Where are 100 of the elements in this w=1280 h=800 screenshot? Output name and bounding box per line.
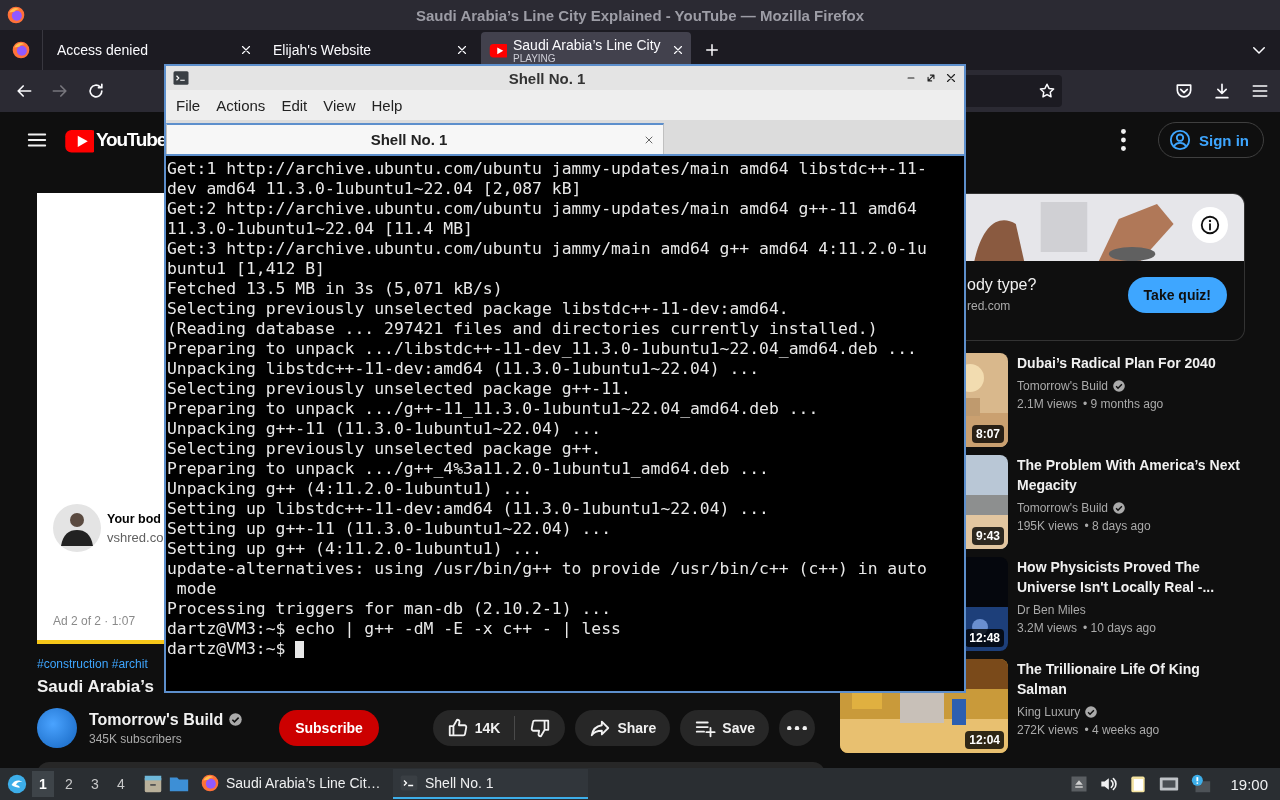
video-title[interactable]: Dubai’s Radical Plan For 2040: [1017, 353, 1242, 373]
star-icon[interactable]: [1038, 82, 1056, 100]
more-icon[interactable]: [1121, 129, 1126, 151]
notification-icon[interactable]: [1190, 773, 1213, 795]
thumbs-up-icon: [446, 717, 469, 739]
terminal-line: dartz@VM3:~$ echo | g++ -dM -E -x c++ - | less: [167, 619, 621, 639]
download-icon[interactable]: [1212, 81, 1232, 101]
browser-tab[interactable]: Access denied: [49, 32, 259, 68]
terminal-icon: [172, 69, 190, 87]
close-icon[interactable]: [455, 43, 469, 57]
window-title: Shell No. 1: [507, 69, 587, 87]
video-title: Saudi Arabia’s: [37, 677, 155, 697]
view-count: 3.2M views: [1017, 620, 1078, 637]
terminal-line: Fetched 13.5 MB in 3s (5,071 kB/s): [167, 279, 503, 299]
duration-badge: 9:43: [971, 527, 1004, 545]
terminal-line: update-alternatives: using /usr/bin/g++ to provide /usr/bin/c++ (c++) in auto: [167, 559, 927, 579]
tab-title: Access denied: [57, 42, 150, 58]
channel-name[interactable]: Dr Ben Miles: [1017, 601, 1086, 619]
menu-item[interactable]: Actions: [210, 92, 272, 118]
firefox-icon: [6, 5, 26, 25]
terminal-line: dev amd64 11.3.0-1ubuntu1~22.04 [2,087 kB]: [167, 179, 582, 199]
video-title[interactable]: The Trillionaire Life Of King Salman: [1017, 659, 1242, 699]
maximize-icon[interactable]: [924, 71, 938, 85]
ad-counter: Ad 2 of 2 · 1:07: [53, 614, 137, 628]
window-title: Saudi Arabia’s Line City Explained - YouTube — Mozilla Firefox: [414, 6, 866, 24]
video-title[interactable]: How Physicists Proved The Universe Isn't Locally Real -...: [1017, 557, 1242, 597]
terminal-line: Preparing to unpack .../libstdc++-11-dev_11.3.0-1ubuntu1~22.04_amd64.deb ...: [167, 339, 917, 359]
close-icon[interactable]: [944, 71, 958, 85]
upload-age: • 9 months ago: [1083, 396, 1164, 413]
user-icon: [1169, 129, 1191, 151]
browser-tab[interactable]: Elijah's Website: [265, 32, 475, 68]
info-icon: [1199, 214, 1221, 236]
terminal-line: (Reading database ... 297421 files and directories currently installed.): [167, 319, 878, 339]
share-button[interactable]: Share: [575, 710, 671, 746]
duration-badge: 12:04: [965, 731, 1004, 749]
video-title[interactable]: The Problem With America’s Next Megacity: [1017, 455, 1242, 495]
terminal-line: Preparing to unpack .../g++-11_11.3.0-1ubuntu1~22.04_amd64.deb ...: [167, 399, 819, 419]
more-icon: [787, 725, 807, 731]
subscribe-button[interactable]: Subscribe: [279, 710, 379, 746]
ad-domain: red.com: [967, 299, 1012, 313]
tab-title: Saudi Arabia’s Line City: [513, 36, 662, 53]
terminal-line: 11.3.0-1ubuntu1~22.04 [11.4 MB]: [167, 219, 473, 239]
taskbar-task[interactable]: Saudi Arabia’s Line Cit…: [194, 769, 389, 799]
workspace-button[interactable]: 2: [58, 771, 80, 797]
workspace-button[interactable]: 1: [32, 771, 54, 797]
more-button[interactable]: [779, 710, 815, 746]
terminal-line: dartz@VM3:~$: [167, 639, 286, 659]
file-cabinet-icon[interactable]: [142, 773, 164, 795]
upload-age: • 10 days ago: [1083, 620, 1156, 637]
terminal-line: Unpacking libstdc++-11-dev:amd64 (11.3.0-1ubuntu1~22.04) ...: [167, 359, 760, 379]
workspace-button[interactable]: 3: [84, 771, 106, 797]
close-icon[interactable]: [239, 43, 253, 57]
terminal-line: Preparing to unpack .../g++_4%3a11.2.0-1ubuntu1_amd64.deb ...: [167, 459, 769, 479]
view-count: 2.1M views: [1017, 396, 1078, 413]
terminal-line: Get:1 http://archive.ubuntu.com/ubuntu jammy-updates/main amd64 libstdc++-11-: [167, 159, 927, 179]
tab-subtitle: PLAYING: [513, 52, 557, 64]
terminal-line: buntu1 [1,412 B]: [167, 259, 325, 279]
advertiser-avatar: [53, 504, 101, 552]
taskbar-task[interactable]: Shell No. 1: [393, 769, 588, 799]
pocket-icon[interactable]: [1174, 81, 1194, 101]
terminal-line: Setting up g++ (4:11.2.0-1ubuntu1) ...: [167, 539, 542, 559]
address-bar[interactable]: [966, 75, 1062, 107]
view-count: 272K views: [1017, 722, 1079, 739]
ad-title: Your bod: [107, 511, 162, 526]
subscriber-count: 345K subscribers: [89, 731, 183, 746]
like-button[interactable]: 14K: [432, 710, 515, 746]
terminal-line: Selecting previously unselected package g++-11.: [167, 379, 631, 399]
take-quiz-button[interactable]: Take quiz!: [1127, 276, 1227, 313]
menu-item[interactable]: View: [317, 92, 362, 118]
channel-name[interactable]: Tomorrow's Build: [1017, 377, 1108, 395]
duration-badge: 8:07: [971, 425, 1004, 443]
new-tab-icon[interactable]: [703, 41, 721, 59]
thumbs-down-icon: [529, 717, 552, 739]
upload-age: • 4 weeks ago: [1084, 722, 1160, 739]
save-button[interactable]: Save: [680, 710, 769, 746]
reload-icon[interactable]: [86, 81, 106, 101]
workspace-button[interactable]: 4: [110, 771, 132, 797]
firefox-icon[interactable]: [11, 40, 31, 60]
terminal-line: Selecting previously unselected package g++.: [167, 439, 602, 459]
channel-name[interactable]: King Luxury: [1017, 703, 1081, 721]
channel-name[interactable]: Tomorrow's Build: [1017, 499, 1108, 517]
menu-item[interactable]: Help: [365, 92, 409, 118]
ad-card[interactable]: ody type? red.com Take quiz!: [966, 193, 1245, 341]
clock[interactable]: 19:00: [1230, 775, 1268, 793]
terminal-line: Setting up libstdc++-11-dev:amd64 (11.3.0-1ubuntu1~22.04) ...: [167, 499, 769, 519]
channel-name[interactable]: Tomorrow's Build: [89, 710, 224, 729]
start-menu-icon[interactable]: [6, 773, 28, 795]
terminal-icon: [399, 773, 419, 793]
firefox-icon: [200, 773, 220, 793]
terminal-tab[interactable]: Shell No. 1: [166, 123, 664, 154]
menu-item[interactable]: Edit: [275, 92, 314, 118]
terminal-line: Get:2 http://archive.ubuntu.com/ubuntu jammy-updates/main amd64 g++-11 amd64: [167, 199, 917, 219]
close-icon[interactable]: [671, 43, 685, 57]
ad-domain: vshred.co: [107, 529, 164, 545]
channel-avatar[interactable]: [37, 708, 77, 748]
eject-icon[interactable]: [1070, 775, 1089, 793]
menu-item[interactable]: File: [170, 92, 207, 118]
terminal-line: Unpacking g++-11 (11.3.0-1ubuntu1~22.04) ...: [167, 419, 602, 439]
youtube-icon: [489, 41, 507, 59]
upload-age: • 8 days ago: [1084, 518, 1151, 535]
